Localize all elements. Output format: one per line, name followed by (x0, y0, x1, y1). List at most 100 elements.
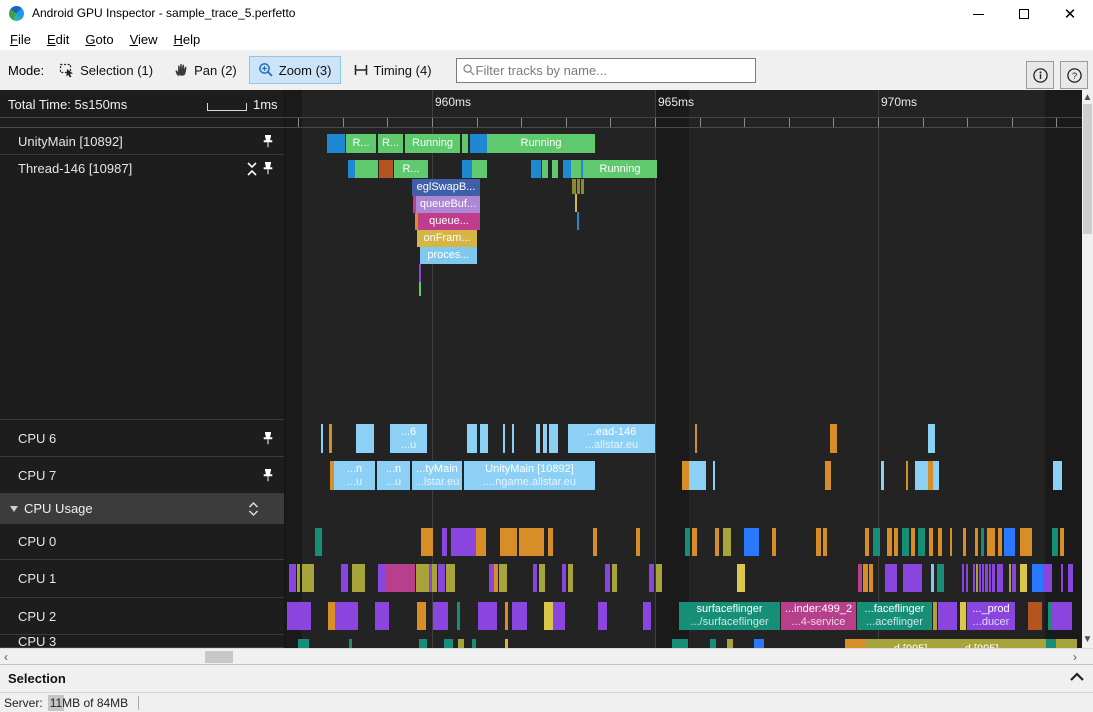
slice-n[interactable]: ...n...u (334, 461, 375, 490)
slice[interactable] (985, 564, 988, 592)
slice-running[interactable]: Running (583, 160, 657, 178)
slice[interactable] (649, 564, 654, 592)
slice[interactable] (656, 564, 662, 592)
slice-onfram[interactable]: onFram... (417, 230, 477, 247)
slice[interactable] (989, 564, 991, 592)
info-button[interactable] (1026, 61, 1054, 89)
slice[interactable] (536, 424, 540, 453)
sort-icon[interactable] (248, 501, 259, 522)
slice[interactable] (442, 528, 447, 556)
slice[interactable] (727, 639, 733, 648)
slice-d-995[interactable]: ...d [995] (946, 639, 1008, 648)
slice[interactable] (575, 194, 577, 212)
slice[interactable] (737, 564, 745, 592)
slice-r[interactable]: R... (346, 134, 376, 153)
slice-running[interactable]: Running (405, 134, 460, 153)
slice[interactable] (981, 528, 984, 556)
slice[interactable] (929, 528, 933, 556)
slice[interactable] (928, 424, 935, 453)
minimize-button[interactable] (955, 0, 1001, 28)
slice[interactable] (858, 564, 862, 592)
slice[interactable] (355, 160, 378, 178)
slice[interactable] (315, 528, 322, 556)
slice[interactable] (911, 528, 915, 556)
slice[interactable] (581, 179, 584, 194)
slice[interactable] (419, 264, 421, 282)
slice[interactable] (938, 602, 957, 630)
slice[interactable] (885, 564, 897, 592)
slice[interactable] (887, 528, 892, 556)
slice[interactable] (494, 564, 498, 592)
slice[interactable] (1009, 564, 1011, 592)
slice[interactable] (987, 528, 995, 556)
slice[interactable] (432, 564, 437, 592)
slice[interactable] (685, 528, 690, 556)
slice[interactable] (975, 528, 978, 556)
menu-item-edit[interactable]: Edit (39, 30, 77, 49)
slice-running[interactable]: Running (487, 134, 595, 153)
slice[interactable] (997, 564, 1003, 592)
maximize-button[interactable] (1001, 0, 1047, 28)
slice[interactable] (1061, 564, 1063, 592)
slice-r[interactable]: R... (394, 160, 428, 178)
slice[interactable] (902, 528, 909, 556)
slice[interactable] (754, 639, 764, 648)
pin-icon[interactable] (261, 161, 275, 181)
slice[interactable] (1068, 564, 1073, 592)
slice[interactable] (352, 564, 365, 592)
slice[interactable] (723, 528, 731, 556)
slice[interactable] (1008, 639, 1046, 648)
slice[interactable] (549, 424, 558, 453)
slice-tymain[interactable]: ...tyMain...lstar.eu (412, 461, 462, 490)
filter-tracks-input[interactable] (476, 63, 750, 78)
help-button[interactable]: ? (1060, 61, 1088, 89)
slice[interactable] (433, 602, 448, 630)
slice[interactable] (992, 564, 995, 592)
slice[interactable] (973, 564, 975, 592)
mode-button-pan-2[interactable]: Pan (2) (165, 56, 246, 84)
slice[interactable] (903, 564, 922, 592)
slice[interactable] (825, 461, 831, 490)
slice[interactable] (505, 639, 508, 648)
slice[interactable] (933, 461, 939, 490)
slice[interactable] (298, 639, 309, 648)
slice[interactable] (605, 564, 610, 592)
mode-button-zoom-3[interactable]: Zoom (3) (249, 56, 341, 84)
slice[interactable] (349, 639, 352, 648)
slice[interactable] (881, 461, 884, 490)
slice[interactable] (539, 564, 545, 592)
slice[interactable] (356, 424, 374, 453)
slice[interactable] (865, 528, 869, 556)
horizontal-scroll-thumb[interactable] (205, 651, 233, 663)
slice[interactable] (297, 564, 300, 592)
slice[interactable] (966, 564, 968, 592)
slice[interactable] (863, 564, 868, 592)
vertical-scroll-thumb[interactable] (1083, 104, 1092, 234)
slice[interactable] (715, 528, 719, 556)
slice[interactable] (937, 564, 944, 592)
slice[interactable] (845, 639, 866, 648)
vertical-scrollbar[interactable]: ▲ ▼ (1082, 90, 1093, 648)
slice[interactable] (533, 564, 537, 592)
slice[interactable] (505, 602, 508, 630)
mode-button-timing-4[interactable]: Timing (4) (344, 56, 441, 84)
slice[interactable] (950, 528, 952, 556)
slice[interactable] (692, 528, 697, 556)
slice[interactable] (386, 564, 415, 592)
slice[interactable] (816, 528, 821, 556)
slice[interactable] (446, 564, 455, 592)
slice[interactable] (552, 160, 558, 178)
slice[interactable] (1052, 602, 1072, 630)
slice[interactable] (375, 602, 389, 630)
slice-inder-499-2[interactable]: ...inder:499_2...4-service (781, 602, 856, 630)
slice[interactable] (682, 461, 689, 490)
slice-eglswapb[interactable]: eglSwapB... (412, 179, 480, 196)
slice[interactable] (512, 602, 527, 630)
slice[interactable] (976, 564, 978, 592)
slice-6[interactable]: ...6...u (390, 424, 427, 453)
slice[interactable] (931, 564, 934, 592)
slice[interactable] (963, 528, 966, 556)
slice[interactable] (998, 528, 1002, 556)
slice[interactable] (643, 602, 651, 630)
slice[interactable] (938, 528, 942, 556)
